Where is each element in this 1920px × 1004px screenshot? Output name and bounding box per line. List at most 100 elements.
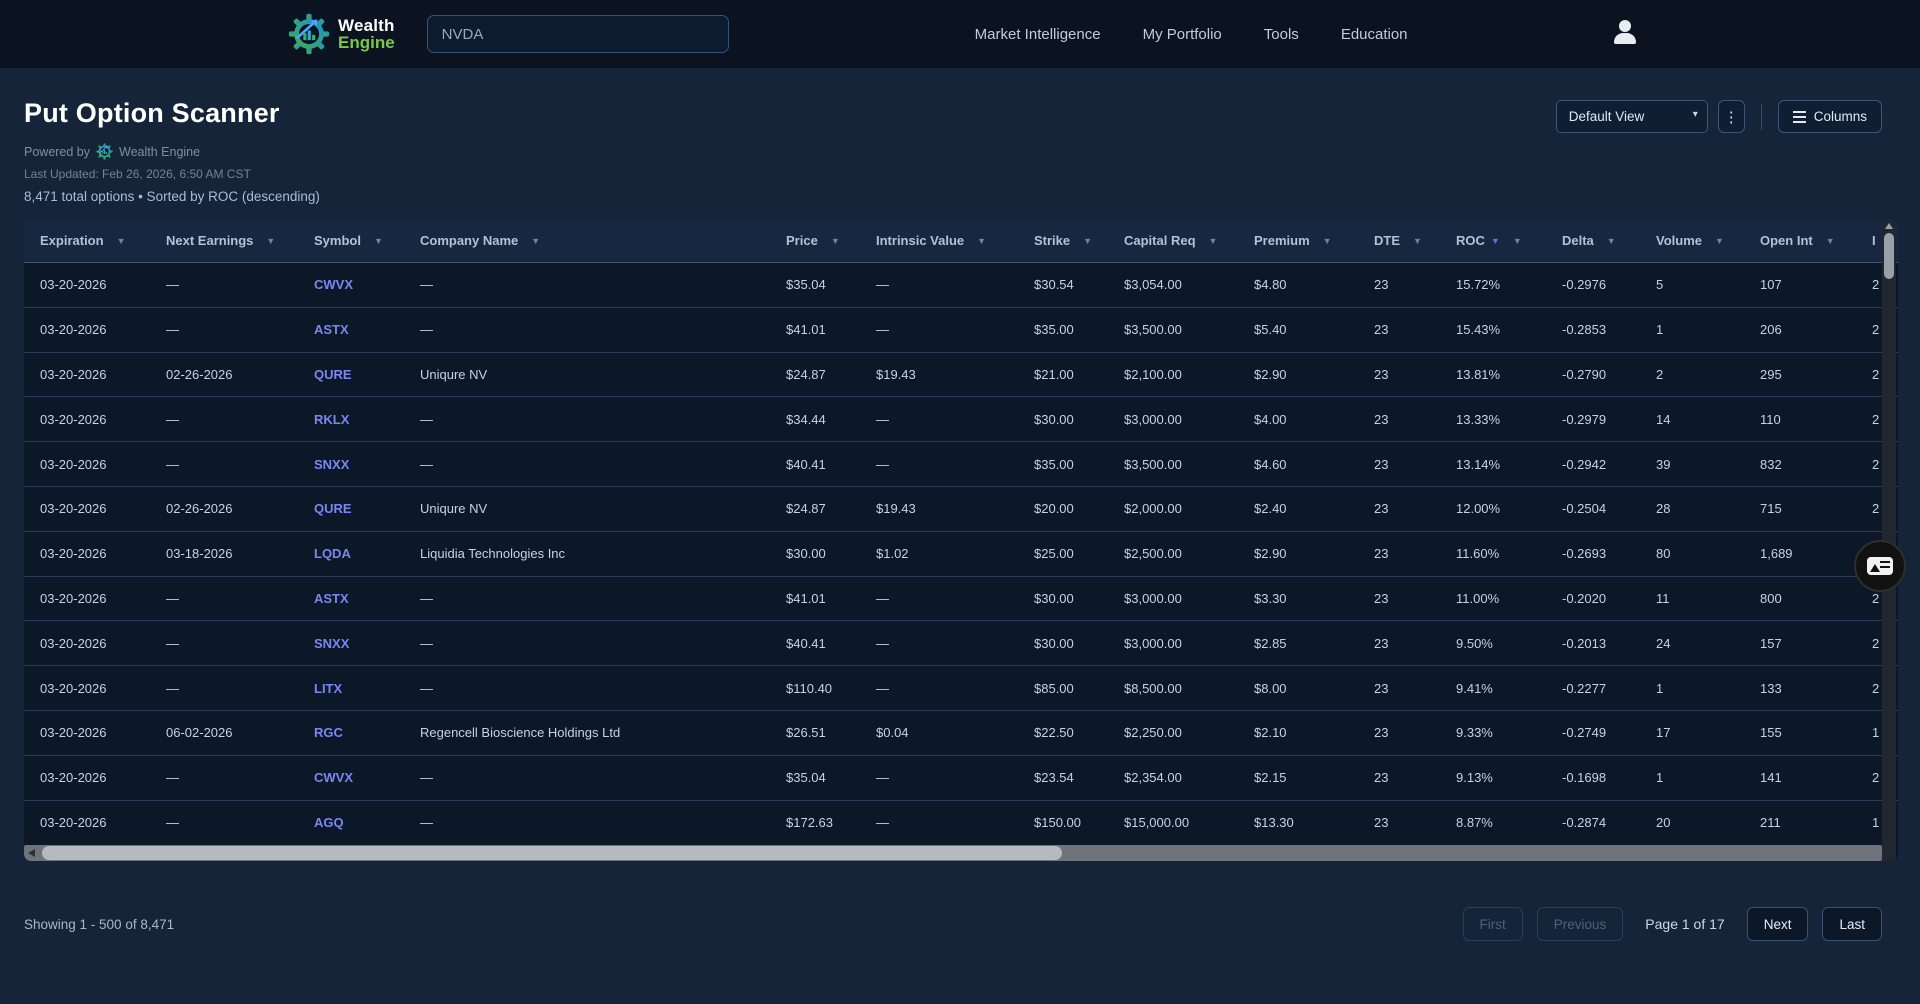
user-account-icon[interactable] <box>1612 18 1638 46</box>
nav-link-tools[interactable]: Tools <box>1264 26 1299 43</box>
cell-symbol[interactable]: ASTX <box>314 577 420 621</box>
column-header-symbol[interactable]: Symbol ▼ <box>314 219 420 262</box>
filter-icon[interactable]: ▼ <box>1826 236 1835 246</box>
last-page-button[interactable]: Last <box>1822 907 1882 942</box>
nav-link-my-portfolio[interactable]: My Portfolio <box>1143 26 1222 43</box>
filter-icon[interactable]: ▼ <box>117 236 126 246</box>
cell-volume: 14 <box>1656 411 1671 427</box>
options-table: Expiration ▼ Next Earnings ▼ Symbol ▼ Company … <box>24 219 1898 862</box>
nav-link-education[interactable]: Education <box>1341 26 1408 43</box>
ticker-search-input[interactable] <box>426 15 729 53</box>
table-row[interactable]: 03-20-2026 03-18-2026 LQDA Liquidia Technol… <box>24 531 1898 577</box>
table-row[interactable]: 03-20-2026 02-26-2026 QURE Uniqure NV $24.87… <box>24 352 1898 398</box>
cell-roc: 9.41% <box>1456 680 1493 696</box>
cell-symbol[interactable]: QURE <box>314 353 420 397</box>
filter-icon[interactable]: ▼ <box>1209 236 1218 246</box>
cell-expiration: 03-20-2026 <box>40 456 107 472</box>
table-row[interactable]: 03-20-2026 02-26-2026 QURE Uniqure NV $24.87… <box>24 486 1898 532</box>
table-row[interactable]: 03-20-2026— ASTX — $41.01— $35.00 $3,500.00 $5… <box>24 307 1898 353</box>
cell-open-int: 206 <box>1760 322 1782 338</box>
previous-page-button[interactable]: Previous <box>1536 907 1624 942</box>
table-row[interactable]: 03-20-2026— SNXX — $40.41— $30.00 $3,000.00 $2… <box>24 621 1898 667</box>
cell-symbol[interactable]: QURE <box>314 487 420 531</box>
filter-icon[interactable]: ▼ <box>1323 236 1332 246</box>
filter-icon[interactable]: ▼ <box>1083 236 1092 246</box>
cell-symbol[interactable]: SNXX <box>314 621 420 665</box>
column-header-price[interactable]: Price ▼ <box>786 219 876 262</box>
column-header-open-int[interactable]: Open Int ▼ <box>1760 219 1872 262</box>
horizontal-scrollbar-thumb[interactable] <box>42 846 1062 861</box>
cell-premium: $3.30 <box>1254 590 1287 606</box>
cell-delta: -0.2504 <box>1562 501 1607 517</box>
columns-button[interactable]: Columns <box>1777 100 1882 133</box>
brand-logo[interactable]: Wealth Engine <box>288 13 395 55</box>
column-header-delta[interactable]: Delta ▼ <box>1562 219 1656 262</box>
column-header-volume[interactable]: Volume ▼ <box>1656 219 1760 262</box>
table-row[interactable]: 03-20-2026— LITX — $110.40— $85.00 $8,500.00 $… <box>24 666 1898 711</box>
cell-symbol[interactable]: CWVX <box>314 263 420 307</box>
cell-symbol[interactable]: CWVX <box>314 756 420 800</box>
cell-symbol[interactable]: SNXX <box>314 442 420 486</box>
cell-symbol[interactable]: AGQ <box>314 801 420 846</box>
cell-price: $35.04 <box>786 277 826 293</box>
filter-widget-fab[interactable] <box>1854 540 1906 592</box>
table-row[interactable]: 03-20-2026— RKLX — $34.44— $30.00 $3,000.00 $4… <box>24 397 1898 443</box>
table-row[interactable]: 03-20-2026 06-02-2026 RGC Regencell Bioscie… <box>24 710 1898 756</box>
cell-open-int: 141 <box>1760 770 1782 786</box>
cell-intrinsic-value: — <box>876 411 889 427</box>
cell-expiration: 03-20-2026 <box>40 770 107 786</box>
page-title: Put Option Scanner <box>24 98 280 128</box>
filter-icon[interactable]: ▼ <box>977 236 986 246</box>
filter-icon[interactable]: ▼ <box>1607 236 1616 246</box>
filter-icon[interactable]: ▼ <box>1715 236 1724 246</box>
table-row[interactable]: 03-20-2026— CWVX — $35.04— $30.54 $3,054.00 $4… <box>24 263 1898 308</box>
column-label: Price <box>786 233 818 248</box>
cell-symbol[interactable]: RKLX <box>314 397 420 441</box>
filter-icon[interactable]: ▼ <box>531 236 540 246</box>
cell-intrinsic-value: — <box>876 635 889 651</box>
cell-symbol[interactable]: LQDA <box>314 532 420 576</box>
column-header-roc[interactable]: ROC ▼ ▼ <box>1456 219 1562 262</box>
table-row[interactable]: 03-20-2026— SNXX — $40.41— $35.00 $3,500.00 $4… <box>24 442 1898 487</box>
cell-intrinsic-value: — <box>876 277 889 293</box>
cell-premium: $4.80 <box>1254 277 1287 293</box>
view-select[interactable]: Default View <box>1555 100 1708 133</box>
column-header-next-earnings[interactable]: Next Earnings ▼ <box>166 219 314 262</box>
cell-symbol[interactable]: ASTX <box>314 308 420 352</box>
filter-icon[interactable]: ▼ <box>831 236 840 246</box>
column-header-intrinsic-value[interactable]: Intrinsic Value ▼ <box>876 219 1034 262</box>
column-header-premium[interactable]: Premium ▼ <box>1254 219 1374 262</box>
filter-icon[interactable]: ▼ <box>1413 236 1422 246</box>
column-header-capital-req[interactable]: Capital Req ▼ <box>1124 219 1254 262</box>
cell-price: $35.04 <box>786 770 826 786</box>
cell-expiration: 03-20-2026 <box>40 680 107 696</box>
cell-symbol[interactable]: LITX <box>314 666 420 710</box>
filter-icon[interactable]: ▼ <box>1513 236 1522 246</box>
cell-symbol[interactable]: RGC <box>314 711 420 755</box>
filter-icon[interactable]: ▼ <box>374 236 383 246</box>
more-options-button[interactable]: ⋮ <box>1717 100 1745 133</box>
filter-icon[interactable]: ▼ <box>266 236 275 246</box>
cell-intrinsic-value: — <box>876 322 889 338</box>
cell-expiration: 03-20-2026 <box>40 277 107 293</box>
columns-button-label: Columns <box>1813 109 1867 124</box>
nav-link-market-intelligence[interactable]: Market Intelligence <box>975 26 1101 43</box>
table-row[interactable]: 03-20-2026— CWVX — $35.04— $23.54 $2,354.00 $2… <box>24 755 1898 801</box>
column-header-expiration[interactable]: Expiration ▼ <box>40 219 166 262</box>
column-header-strike[interactable]: Strike ▼ <box>1034 219 1124 262</box>
cell-next-earnings: — <box>166 411 179 427</box>
vertical-scrollbar-thumb[interactable] <box>1884 233 1894 279</box>
column-header-dte[interactable]: DTE ▼ <box>1374 219 1456 262</box>
cell-company-name: — <box>420 770 433 786</box>
next-page-button[interactable]: Next <box>1746 907 1809 942</box>
table-row[interactable]: 03-20-2026— ASTX — $41.01— $30.00 $3,000.00 $3… <box>24 576 1898 622</box>
table-row[interactable]: 03-20-2026— AGQ — $172.63— $150.00 $15,000.00… <box>24 800 1898 846</box>
cell-premium: $2.90 <box>1254 546 1287 562</box>
scroll-left-arrow-icon[interactable] <box>28 849 35 858</box>
first-page-button[interactable]: First <box>1462 907 1523 942</box>
controls-divider <box>1760 103 1762 130</box>
column-label: Capital Req <box>1124 233 1196 248</box>
horizontal-scrollbar[interactable] <box>24 845 1882 862</box>
scroll-up-arrow-icon[interactable] <box>1885 223 1893 229</box>
column-header-company-name[interactable]: Company Name ▼ <box>420 219 786 262</box>
